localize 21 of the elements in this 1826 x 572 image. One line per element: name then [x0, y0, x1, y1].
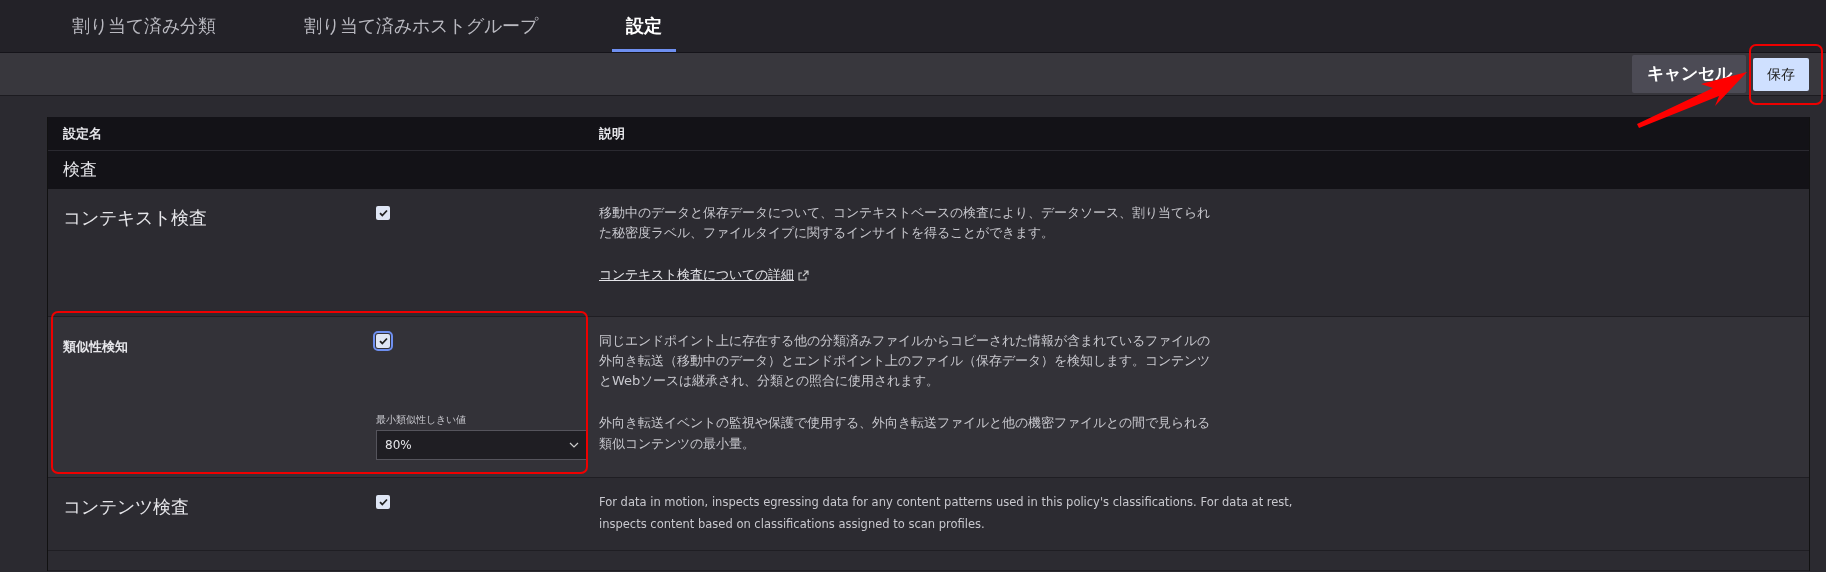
- column-header: 設定名: [62, 124, 103, 143]
- description-text: 外向き転送イベントの監視や保護で使用する、外向き転送ファイルと他の機密ファイルとの間で見られる類似コンテンツの最小量。: [599, 414, 1211, 453]
- section-title: 検査: [63, 158, 97, 182]
- setting-name: 類似性検知: [63, 339, 128, 354]
- save-button[interactable]: 保存: [1753, 57, 1809, 91]
- external-link-icon: [798, 270, 810, 282]
- checkbox[interactable]: [376, 206, 390, 220]
- chevron-down-icon: [569, 442, 579, 448]
- description-text: 移動中のデータと保存データについて、コンテキストベースの検査により、データソース、割り当てられた秘密度ラベル、ファイルタイプに関するインサイトを得ることができます。: [599, 204, 1211, 243]
- threshold-select[interactable]: 80%: [376, 430, 588, 460]
- field-label: 最小類似性しきい値: [376, 413, 467, 427]
- checkbox[interactable]: [376, 495, 390, 509]
- setting-name: コンテンツ検査: [63, 496, 189, 517]
- description-text: 同じエンドポイント上に存在する他の分類済みファイルからコピーされた情報が含まれているファイルの外向き転送（移動中のデータ）とエンドポイント上のファイル（保存データ）を検知します。コンテンツとWebソースは継承され、分類との照合に使用されます。: [599, 332, 1211, 391]
- description-text: For data in motion, inspects egressing data for any content patterns used in this policy's classifications. For data at rest, inspects content based on classifications assigned to scan profiles.: [599, 494, 1294, 533]
- tab[interactable]: 割り当て済みホストグループ: [290, 12, 552, 52]
- setting-name: コンテキスト検査: [63, 207, 207, 228]
- details-link[interactable]: コンテキスト検査についての詳細: [599, 267, 794, 283]
- checkbox[interactable]: [376, 334, 390, 348]
- column-header: 説明: [599, 124, 625, 143]
- tab[interactable]: 割り当て済み分類: [58, 12, 230, 52]
